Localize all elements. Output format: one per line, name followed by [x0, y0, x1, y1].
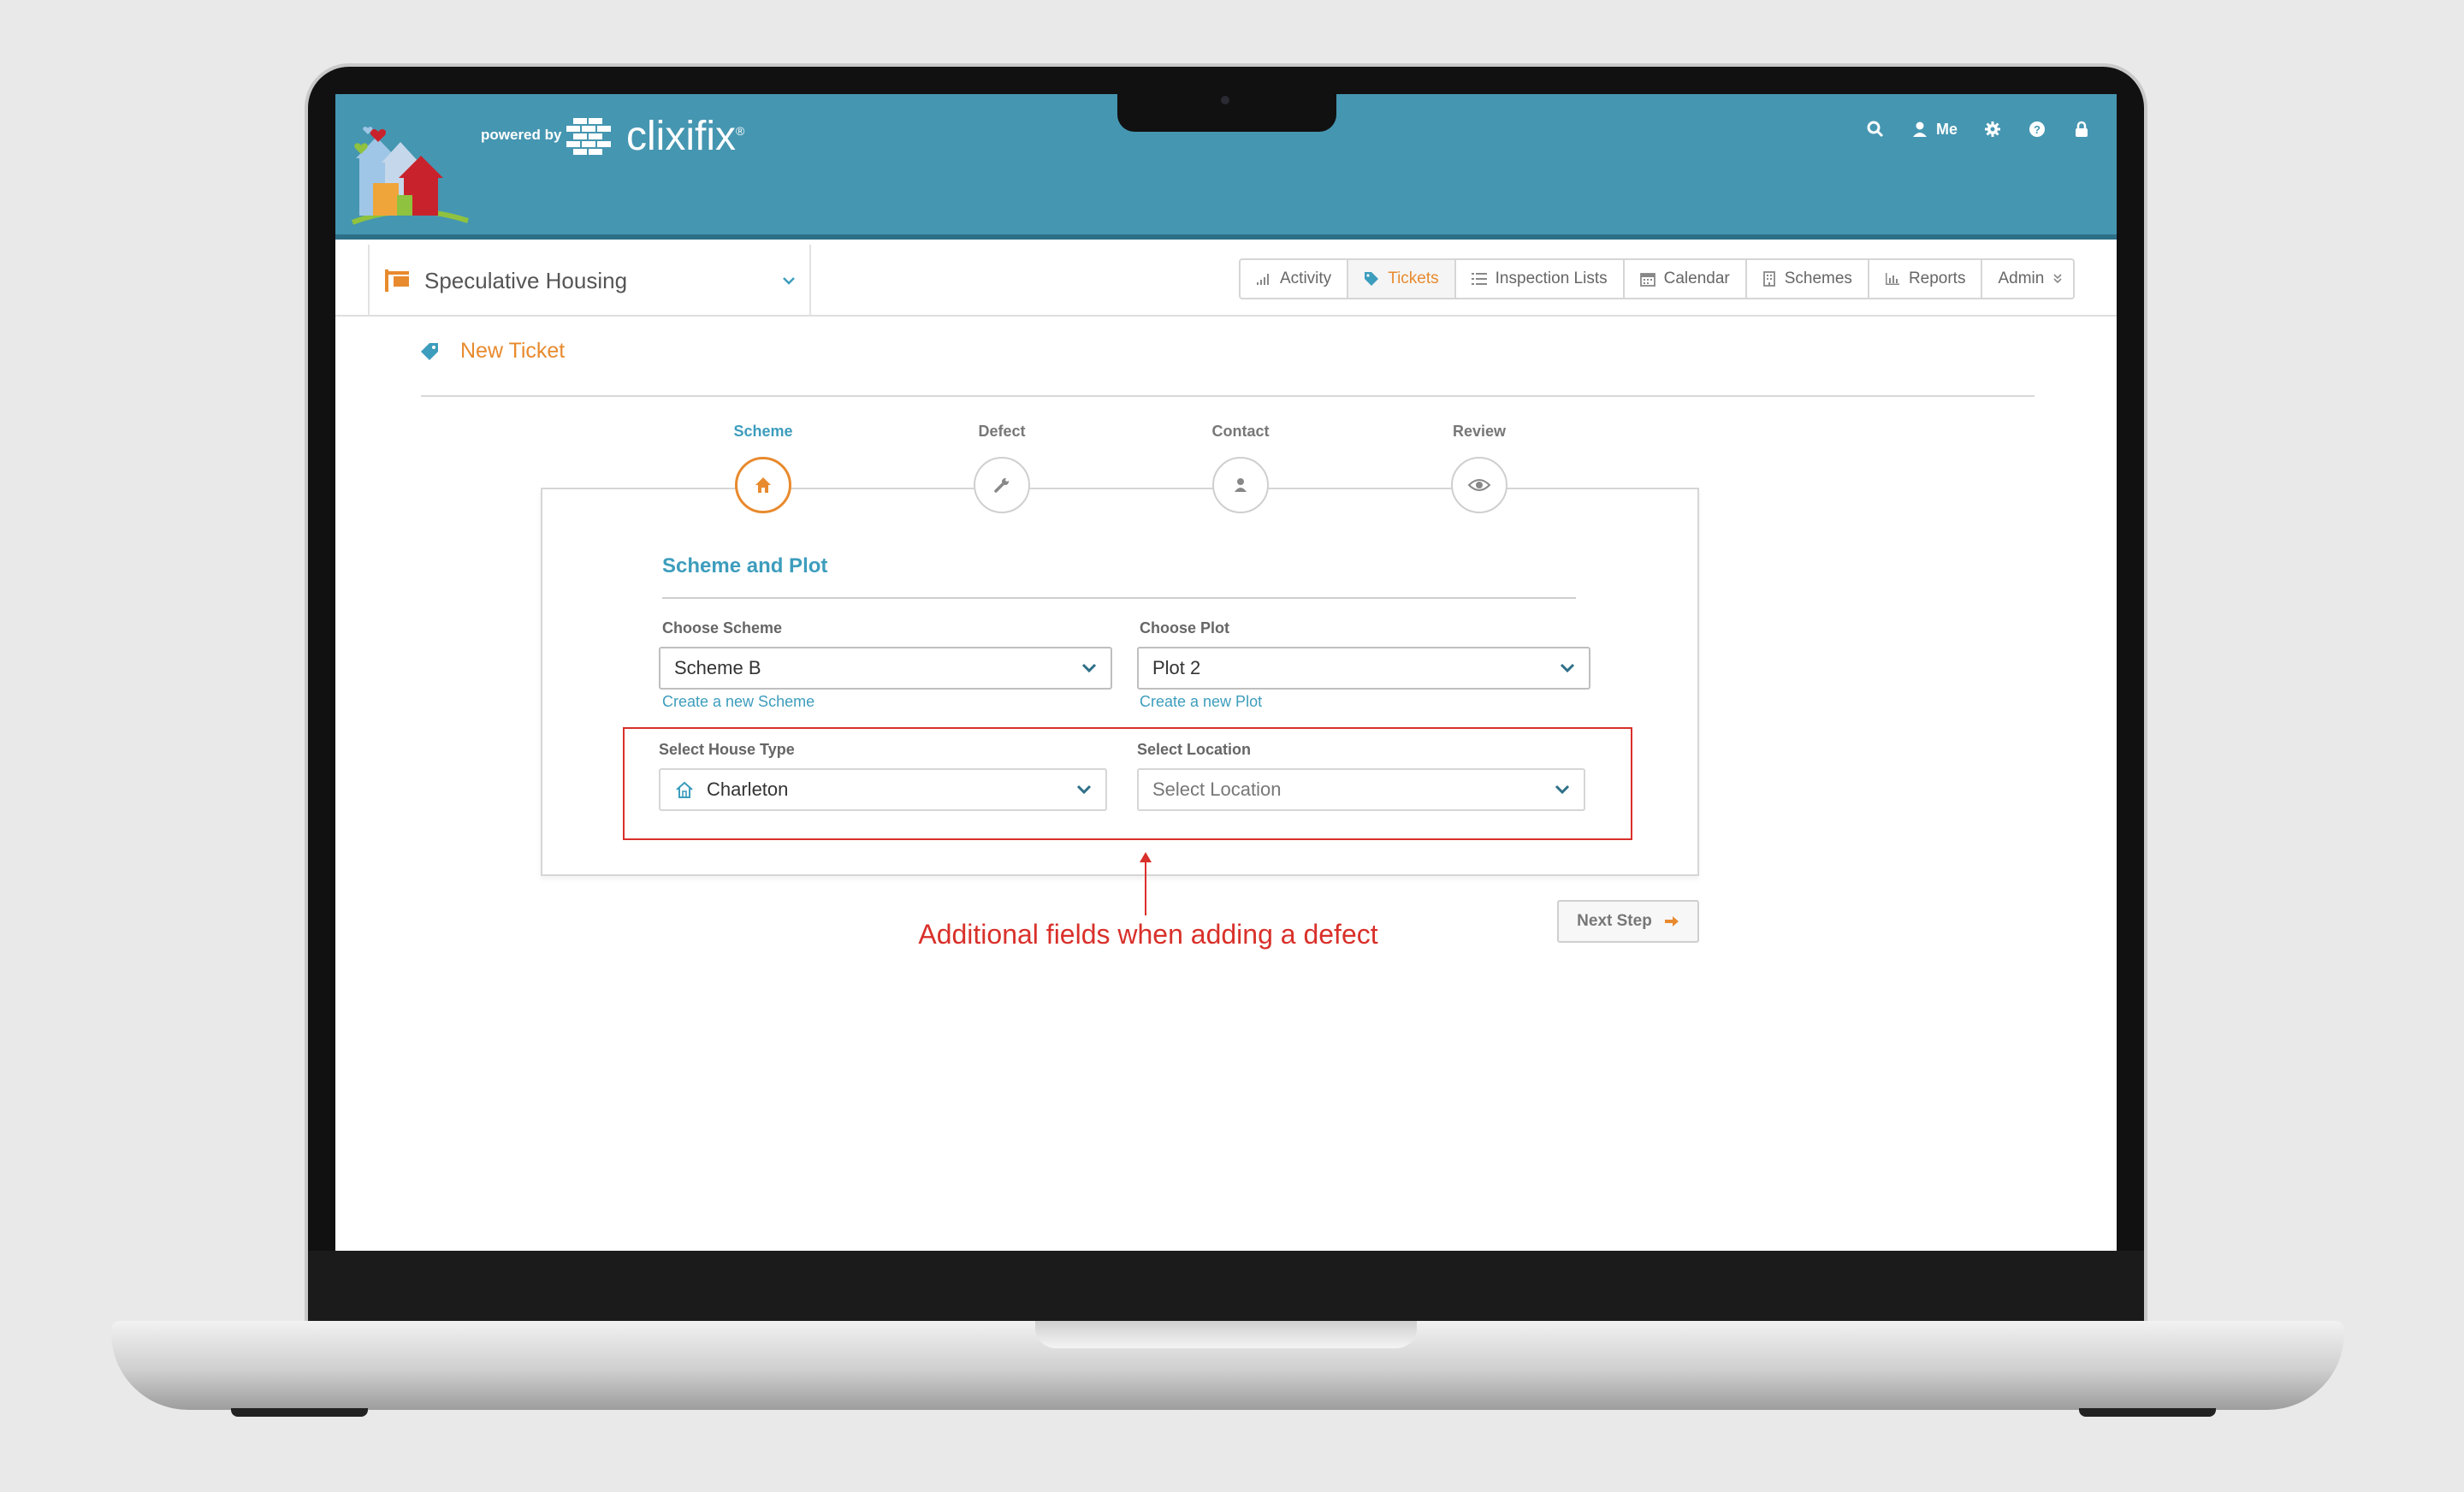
- step-label-scheme[interactable]: Scheme: [703, 423, 823, 441]
- tab-admin[interactable]: Admin: [1982, 260, 2073, 298]
- step-defect[interactable]: [974, 457, 1030, 513]
- laptop-foot-right: [2079, 1408, 2216, 1417]
- chevron-down-icon: [1076, 784, 1092, 795]
- powered-by-label: powered by: [481, 127, 562, 143]
- svg-text:?: ?: [2034, 123, 2040, 136]
- create-plot-link[interactable]: Create a new Plot: [1140, 693, 1262, 711]
- project-selector[interactable]: Speculative Housing: [368, 245, 811, 317]
- page-title: New Ticket: [419, 339, 565, 364]
- user-icon: [1912, 121, 1927, 137]
- laptop-foot-left: [231, 1408, 368, 1417]
- divider: [421, 395, 2035, 397]
- me-label: Me: [1935, 120, 1958, 138]
- home-icon: [755, 477, 771, 493]
- location-label: Select Location: [1137, 741, 1252, 758]
- eye-icon: [1468, 479, 1490, 491]
- list-icon: [1471, 273, 1487, 285]
- tab-inspection-lists[interactable]: Inspection Lists: [1456, 260, 1625, 298]
- location-placeholder: Select Location: [1152, 779, 1282, 800]
- house-type-label: Select House Type: [659, 741, 795, 758]
- me-menu[interactable]: Me: [1910, 120, 1958, 139]
- tab-calendar[interactable]: Calendar: [1625, 260, 1747, 298]
- tab-label: Activity: [1280, 269, 1332, 287]
- camera-icon: [1221, 96, 1229, 104]
- step-review[interactable]: [1451, 457, 1507, 513]
- tab-label: Reports: [1908, 269, 1966, 287]
- step-contact[interactable]: [1212, 457, 1269, 513]
- section-title: Scheme and Plot: [662, 554, 828, 577]
- help-icon[interactable]: ?: [2028, 120, 2046, 139]
- tab-label: Admin: [1998, 269, 2045, 287]
- tag-icon: [1365, 272, 1379, 286]
- chevron-down-icon: [1560, 663, 1575, 673]
- calendar-icon: [1639, 273, 1656, 287]
- create-scheme-link[interactable]: Create a new Scheme: [662, 693, 814, 711]
- tab-activity[interactable]: Activity: [1241, 260, 1349, 298]
- tab-label: Schemes: [1784, 269, 1852, 287]
- house-outline-icon: [676, 781, 693, 798]
- housing-logo: [351, 127, 469, 225]
- app-screen: powered by clixifix® Me ? Speculative Ho…: [335, 94, 2117, 1251]
- scheme-select[interactable]: Scheme B: [659, 647, 1112, 690]
- plot-select-value: Plot 2: [1152, 657, 1201, 678]
- tab-reports[interactable]: Reports: [1869, 260, 1983, 298]
- gear-icon[interactable]: [1983, 120, 2002, 139]
- building-icon: [1762, 271, 1775, 287]
- scheme-select-value: Scheme B: [674, 657, 761, 678]
- top-nav: Me ?: [1866, 120, 2091, 139]
- chevron-down-icon: [1555, 784, 1570, 795]
- choose-plot-label: Choose Plot: [1140, 619, 1230, 636]
- bar-chart-icon: [1885, 273, 1899, 285]
- chevron-down-icon: [783, 277, 795, 285]
- clixifix-brick-icon: [566, 118, 611, 155]
- chevron-down-icon: [1081, 663, 1097, 673]
- user-icon: [1235, 478, 1247, 492]
- step-label-contact[interactable]: Contact: [1181, 423, 1300, 441]
- step-scheme[interactable]: [735, 457, 791, 513]
- tab-schemes[interactable]: Schemes: [1747, 260, 1869, 298]
- tab-tickets[interactable]: Tickets: [1348, 260, 1456, 298]
- sub-navigation-bar: Speculative Housing Activity Tickets Ins…: [335, 245, 2117, 317]
- step-label-defect[interactable]: Defect: [942, 423, 1062, 441]
- section-divider: [662, 597, 1576, 599]
- brand-registered: ®: [736, 124, 745, 138]
- search-icon[interactable]: [1866, 120, 1885, 139]
- arrow-right-icon: [1664, 916, 1679, 927]
- choose-scheme-label: Choose Scheme: [662, 619, 783, 636]
- page-title-text: New Ticket: [460, 339, 566, 363]
- next-step-label: Next Step: [1577, 912, 1652, 930]
- tab-label: Tickets: [1388, 269, 1439, 287]
- tab-label: Calendar: [1663, 269, 1730, 287]
- double-chevron-icon: [2053, 274, 2062, 284]
- lock-icon[interactable]: [2072, 120, 2091, 139]
- step-label-review[interactable]: Review: [1419, 423, 1539, 441]
- brand-text: clixifix: [626, 114, 736, 159]
- tab-label: Inspection Lists: [1495, 269, 1608, 287]
- house-type-value: Charleton: [707, 779, 789, 800]
- house-type-select[interactable]: Charleton: [659, 768, 1107, 811]
- activity-icon: [1257, 274, 1269, 285]
- next-step-button[interactable]: Next Step: [1557, 900, 1699, 943]
- project-name: Speculative Housing: [424, 267, 628, 293]
- annotation-text: Additional fields when adding a defect: [918, 919, 1378, 950]
- laptop-bezel: [308, 1251, 2144, 1324]
- wrench-icon: [994, 478, 1009, 493]
- annotation-arrow: [1145, 859, 1146, 915]
- main-tabs: Activity Tickets Inspection Lists Calend…: [1239, 258, 2076, 299]
- brand-name: clixifix®: [626, 113, 744, 160]
- laptop-base-notch: [1035, 1321, 1417, 1348]
- location-select[interactable]: Select Location: [1137, 768, 1585, 811]
- plot-select[interactable]: Plot 2: [1137, 647, 1590, 690]
- building-sign-icon: [385, 269, 409, 292]
- tag-icon: [421, 342, 438, 360]
